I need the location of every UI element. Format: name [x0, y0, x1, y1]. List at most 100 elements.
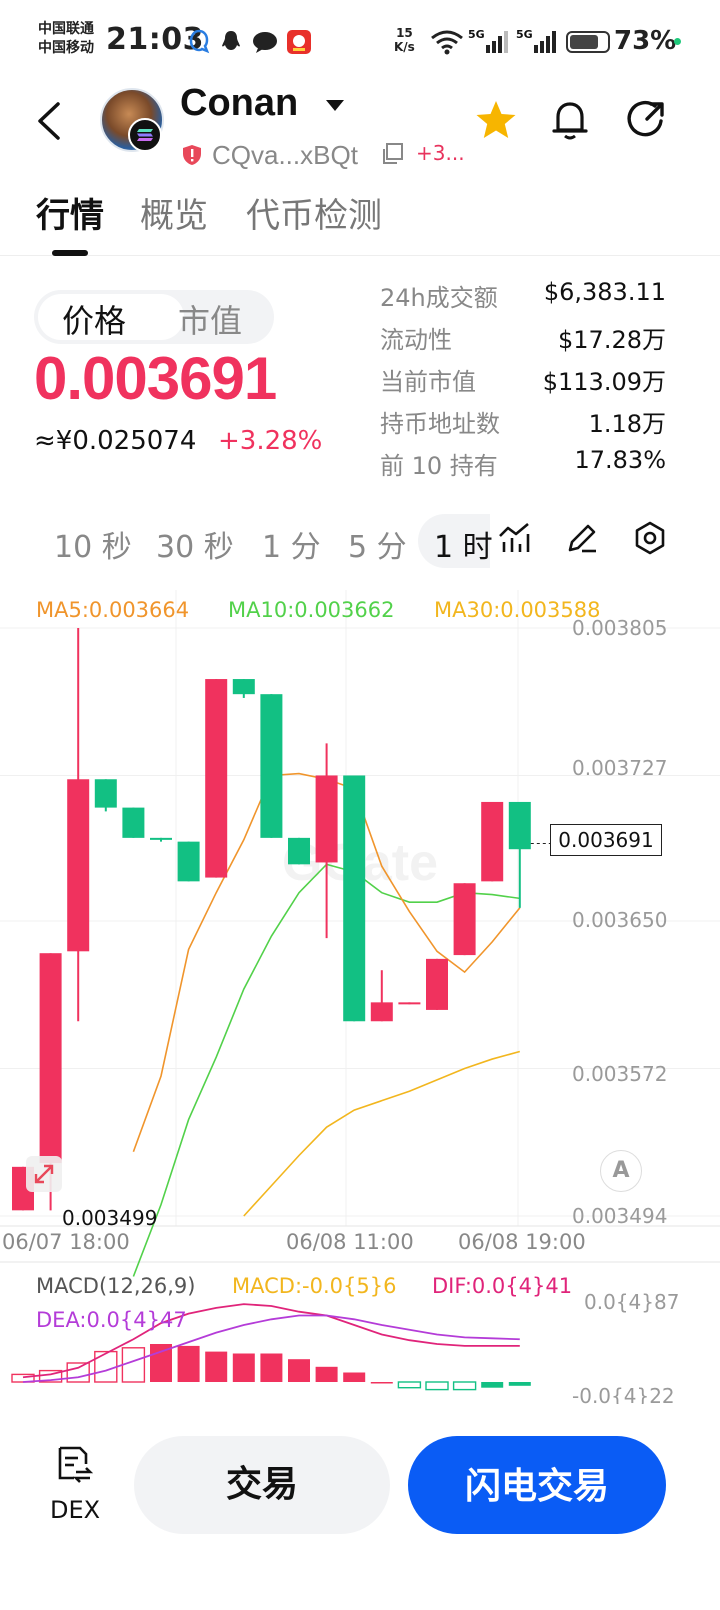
token-stats: 24h成交额 $6,383.11 流动性 $17.28万 当前市值 $113.09万 …	[380, 276, 666, 486]
timeframe-30s[interactable]: 30 秒	[156, 522, 234, 566]
qq-icon	[218, 30, 244, 54]
macd-bar	[205, 1351, 228, 1382]
more-chains-link[interactable]: +3...	[416, 141, 465, 165]
dea-value: DEA:0.0{4}47	[36, 1308, 187, 1332]
timeframe-5m[interactable]: 5 分	[348, 522, 407, 566]
x-tick-3: 06/08 19:00	[458, 1230, 586, 1254]
candle-body	[426, 958, 448, 1010]
chart-settings-icon[interactable]	[632, 520, 668, 556]
toggle-market-cap[interactable]: 市值	[178, 296, 242, 342]
candle-body	[288, 837, 310, 865]
candle-body	[94, 779, 117, 808]
macd-bar	[370, 1382, 393, 1384]
candle-body	[205, 679, 228, 878]
draw-pencil-icon[interactable]	[564, 520, 600, 556]
contract-address[interactable]: CQva...xBQt	[212, 140, 358, 171]
candle	[94, 779, 117, 812]
timeframe-10s[interactable]: 10 秒	[54, 522, 132, 566]
price-change: +3.28%	[218, 426, 323, 456]
y-tick-1: 0.003805	[572, 616, 668, 640]
candle-body	[508, 801, 531, 850]
candle	[122, 807, 145, 838]
candle-body	[453, 883, 476, 956]
ma5-legend: MA5:0.003664	[36, 598, 190, 622]
net-speed: 15 K/s	[394, 26, 415, 54]
price-mcap-toggle: 价格 市值	[34, 290, 274, 344]
y-tick-4: 0.003572	[572, 1062, 668, 1086]
token-name[interactable]: Conan	[180, 82, 298, 125]
battery-percent: 73%	[614, 26, 677, 56]
token-switch-caret-icon[interactable]	[326, 100, 344, 111]
macd-bar	[288, 1359, 310, 1382]
macd-bar	[94, 1350, 118, 1383]
candle	[232, 679, 255, 698]
x-tick-1: 06/07 18:00	[2, 1230, 130, 1254]
timeframe-1m[interactable]: 1 分	[262, 522, 321, 566]
candle	[260, 694, 283, 838]
ma30-line	[243, 1050, 521, 1217]
dex-label[interactable]: DEX	[50, 1496, 100, 1524]
candle	[343, 775, 366, 1022]
indicator-icon[interactable]	[496, 520, 532, 556]
stat-holders: 持币地址数 1.18万	[380, 410, 666, 438]
macd-bar	[397, 1381, 422, 1389]
toggle-price[interactable]: 价格	[62, 296, 126, 342]
candle-body	[232, 679, 255, 695]
candle-body	[39, 953, 62, 1164]
macd-y-top: 0.0{4}87	[584, 1290, 680, 1314]
candle	[370, 970, 393, 1022]
tab-market[interactable]: 行情	[36, 188, 104, 237]
macd-bar	[425, 1381, 449, 1391]
current-price: 0.003691	[34, 345, 277, 412]
candle-body	[315, 775, 338, 863]
current-price-marker: 0.003691	[550, 824, 662, 856]
risk-shield-icon[interactable]	[182, 144, 202, 166]
carrier-2: 中国移动	[38, 40, 94, 56]
dex-icon[interactable]	[56, 1444, 94, 1484]
candle	[481, 801, 504, 882]
candle-body	[67, 779, 90, 952]
solana-chain-icon	[128, 118, 162, 152]
trade-button[interactable]: 交易	[134, 1436, 390, 1534]
back-arrow-icon[interactable]	[28, 96, 72, 146]
bell-icon[interactable]	[546, 96, 594, 144]
stat-market-cap: 当前市值 $113.09万	[380, 368, 666, 396]
privacy-indicator-dot	[674, 38, 681, 45]
dif-value: DIF:0.0{4}41	[432, 1274, 573, 1298]
candle-body	[398, 1002, 421, 1005]
status-bar: 中国联通 中国移动 21:03 15 K/s 5G 5G 73%	[0, 0, 720, 80]
candle-body	[260, 694, 283, 838]
active-tab-indicator	[52, 250, 88, 256]
candle	[508, 801, 531, 908]
star-icon[interactable]	[472, 96, 520, 144]
main-tabs: 行情 概览 代币检测	[0, 184, 720, 256]
macd-bar	[508, 1382, 531, 1386]
candles	[12, 628, 550, 1211]
low-price-marker: 0.003499	[62, 1206, 158, 1230]
expand-icon[interactable]	[26, 1156, 62, 1192]
tab-token-check[interactable]: 代币检测	[246, 188, 382, 237]
candle	[177, 841, 200, 882]
auto-scale-button[interactable]: A	[600, 1150, 642, 1192]
wifi-icon	[430, 30, 464, 55]
macd-bar	[343, 1372, 366, 1382]
timeframe-1h[interactable]: 1 时	[434, 522, 493, 566]
message-icon	[252, 30, 278, 54]
battery-icon	[566, 31, 610, 53]
shopping-app-icon	[286, 30, 312, 54]
candle	[398, 1002, 421, 1005]
candle	[315, 743, 338, 939]
flash-trade-button[interactable]: 闪电交易	[408, 1436, 666, 1534]
share-icon[interactable]	[622, 96, 670, 144]
macd-bar	[177, 1345, 200, 1382]
copy-icon[interactable]	[380, 142, 404, 166]
signal-5g-icon-1: 5G	[468, 28, 510, 54]
macd-bar	[232, 1353, 255, 1382]
candle	[453, 883, 476, 956]
candle-body	[122, 807, 145, 838]
candle	[205, 679, 228, 878]
cny-price: ≈¥0.025074	[34, 426, 197, 456]
tab-overview[interactable]: 概览	[140, 188, 208, 237]
candle-body	[343, 775, 366, 1022]
signal-5g-icon-2: 5G	[516, 28, 558, 54]
